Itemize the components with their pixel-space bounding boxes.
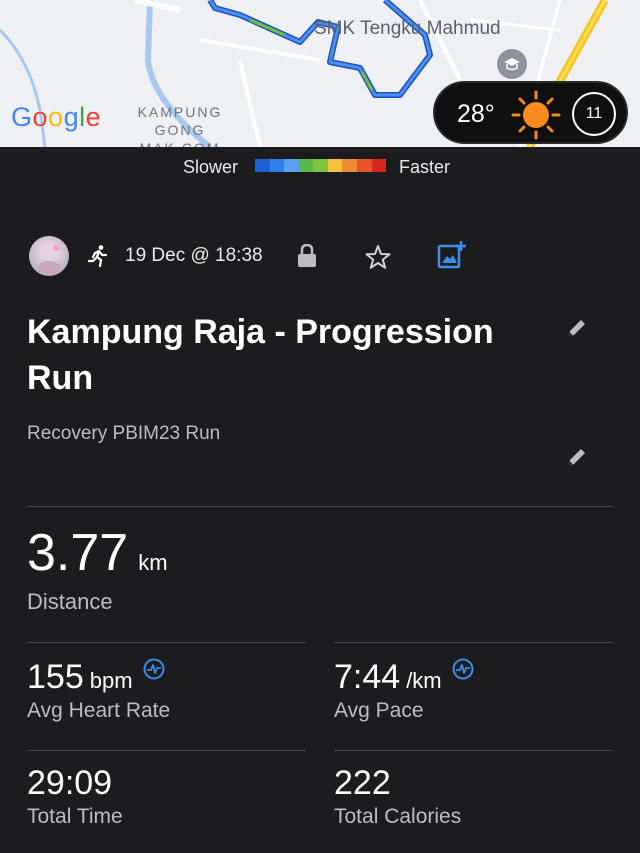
avg-heart-rate-unit: bpm — [89, 668, 133, 693]
temperature: 28° — [457, 100, 495, 128]
add-photo-icon[interactable] — [437, 240, 467, 270]
activity-datetime: 19 Dec @ 18:38 — [125, 245, 263, 266]
edit-title-pencil-icon[interactable] — [566, 317, 588, 339]
legend-swatch — [255, 159, 270, 172]
weather-widget: 28° 11 — [433, 81, 628, 144]
avg-pace-value: 7:44 — [334, 658, 401, 696]
legend-swatch — [356, 159, 372, 172]
legend-swatch — [298, 159, 314, 172]
total-time-stat: 29:09 Total Time — [27, 764, 123, 829]
distance-unit: km — [138, 550, 168, 575]
legend-swatch — [284, 159, 299, 172]
activity-meta-row: 19 Dec @ 18:38 — [0, 236, 640, 276]
distance-label: Distance — [27, 589, 113, 614]
total-time-value: 29:09 — [27, 764, 113, 802]
map-label-area: KAMPUNG GONG MAK COM — [137, 104, 223, 147]
total-time-label: Total Time — [27, 805, 123, 828]
activity-title: Kampung Raja - Progression Run — [27, 313, 494, 397]
google-logo: Google — [11, 102, 102, 132]
divider — [27, 642, 306, 643]
lock-icon[interactable] — [296, 244, 318, 268]
chart-icon[interactable] — [452, 658, 474, 680]
route-map[interactable]: Google SMK Tengku Mahmud KAMPUNG GONG MA… — [0, 0, 640, 147]
total-calories-value: 222 — [334, 764, 391, 802]
avatar[interactable] — [29, 236, 69, 276]
pace-legend: Slower Faster — [0, 147, 640, 187]
avg-pace-stat[interactable]: 7:44/km Avg Pace — [334, 658, 474, 723]
avg-pace-unit: /km — [406, 668, 442, 693]
legend-swatch — [342, 159, 357, 172]
edit-description-pencil-icon[interactable] — [566, 446, 588, 468]
star-icon[interactable] — [365, 244, 391, 270]
distance-stat: 3.77 km — [27, 523, 168, 583]
divider — [334, 642, 613, 643]
running-icon — [87, 245, 108, 268]
map-label-school: SMK Tengku Mahmud — [314, 18, 501, 39]
legend-swatch — [313, 159, 328, 172]
divider — [27, 750, 306, 751]
school-pin-icon — [497, 49, 527, 79]
total-calories-label: Total Calories — [334, 805, 462, 828]
avg-heart-rate-value: 155 — [27, 658, 84, 696]
pace-gradient-bar — [255, 159, 387, 172]
activity-description: Recovery PBIM23 Run — [27, 423, 221, 444]
avg-heart-rate-label: Avg Heart Rate — [27, 699, 171, 722]
chart-icon[interactable] — [143, 658, 165, 680]
total-calories-stat: 222 Total Calories — [334, 764, 461, 829]
legend-swatch — [371, 159, 387, 172]
wind-speed-dial: 11 — [572, 92, 616, 136]
legend-faster-label: Faster — [399, 157, 451, 177]
avg-heart-rate-stat[interactable]: 155 bpm Avg Heart Rate — [27, 658, 170, 723]
legend-slower-label: Slower — [183, 157, 239, 177]
sun-icon — [511, 90, 561, 140]
distance-value: 3.77 — [27, 524, 129, 582]
avg-pace-label: Avg Pace — [334, 699, 424, 722]
legend-swatch — [269, 159, 285, 172]
divider — [334, 750, 613, 751]
legend-swatch — [327, 159, 343, 172]
divider — [27, 506, 613, 507]
